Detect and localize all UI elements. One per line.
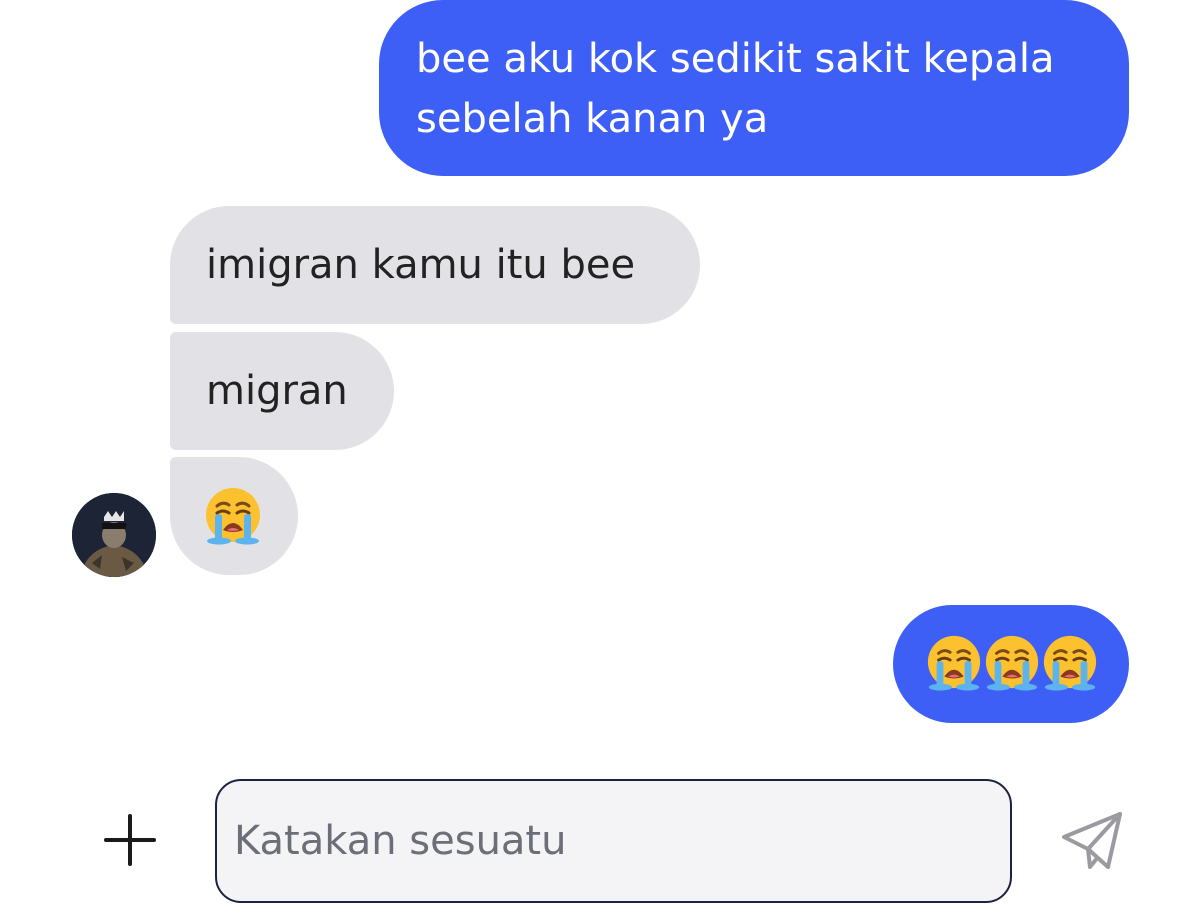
received-message-bubble[interactable]: migran <box>170 332 394 450</box>
received-emoji-bubble[interactable] <box>170 457 298 575</box>
loudly-crying-face-emoji <box>203 486 263 546</box>
message-text: bee aku kok sedikit sakit kepala sebelah… <box>416 36 1055 142</box>
send-button[interactable] <box>1058 809 1126 873</box>
message-input[interactable] <box>215 779 1012 903</box>
avatar[interactable] <box>72 493 156 577</box>
avatar-image <box>72 493 156 577</box>
add-attachment-button[interactable] <box>100 810 160 870</box>
plus-icon <box>104 814 156 866</box>
loudly-crying-face-emoji <box>925 633 983 693</box>
message-text: imigran kamu itu bee <box>206 242 636 288</box>
send-icon <box>1062 812 1122 869</box>
received-message-bubble[interactable]: imigran kamu itu bee <box>170 206 700 324</box>
loudly-crying-face-emoji <box>1041 633 1099 693</box>
loudly-crying-face-emoji <box>983 633 1041 693</box>
sent-emoji-bubble[interactable] <box>893 605 1129 723</box>
message-text: migran <box>206 368 348 414</box>
sent-message-bubble[interactable]: bee aku kok sedikit sakit kepala sebelah… <box>379 0 1129 176</box>
